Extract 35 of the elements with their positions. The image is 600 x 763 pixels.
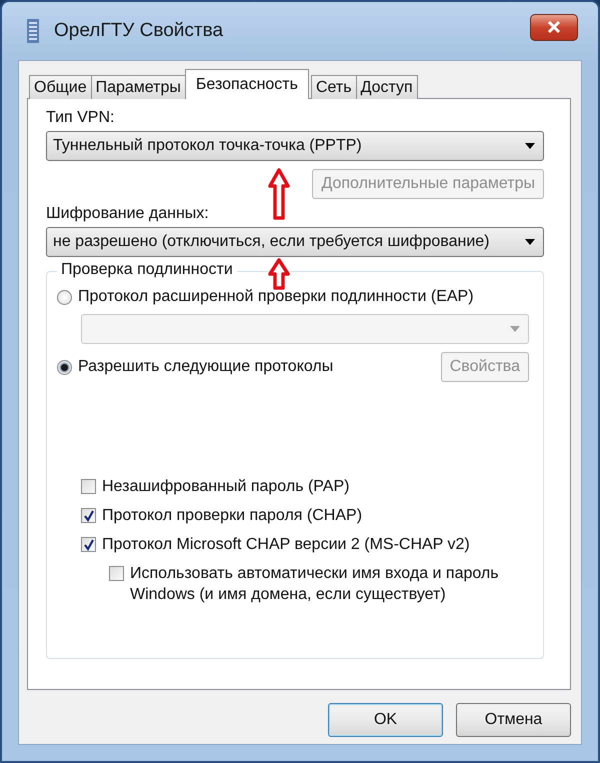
field-label: Тип VPN: — [46, 109, 116, 127]
dropdown-arrow-icon — [525, 239, 535, 245]
vpn-type-dropdown[interactable]: Туннельный протокол точка-точка (PPTP) — [46, 131, 544, 161]
dropdown-arrow-icon — [525, 143, 535, 149]
checkmark-icon — [82, 538, 94, 550]
radio-label: Разрешить следующие протоколы — [78, 358, 334, 376]
checkbox[interactable] — [109, 566, 124, 581]
network-icon — [26, 18, 40, 44]
radio-label: Протокол расширенной проверки подлинности (EAP) — [78, 288, 474, 306]
checkbox-label: Использовать автоматически имя входа и пароль Windows (и имя домена, если существует) — [130, 564, 500, 605]
field-label: Шифрование данных: — [46, 205, 210, 223]
dialog-button[interactable]: Отмена — [456, 703, 571, 737]
tab[interactable]: Безопасность — [184, 69, 309, 99]
group-title: Проверка подлинности — [57, 261, 237, 279]
tab[interactable]: Общие — [29, 75, 92, 99]
tab[interactable]: Параметры — [90, 75, 186, 99]
annotation-arrow — [268, 258, 290, 290]
checkbox[interactable] — [81, 537, 96, 552]
radio-button[interactable] — [57, 360, 72, 374]
checkbox-label: Протокол проверки пароля (CHAP) — [102, 507, 362, 525]
tab[interactable]: Доступ — [356, 75, 418, 99]
checkbox[interactable] — [81, 479, 96, 494]
checkbox-label: Незашифрованный пароль (PAP) — [102, 478, 350, 496]
annotation-arrow — [268, 168, 290, 220]
checkmark-icon — [82, 510, 94, 522]
radio-button[interactable] — [57, 290, 72, 304]
close-icon — [546, 20, 562, 34]
encryption-dropdown[interactable]: не разрешено (отключиться, если требуется шифрование) — [46, 227, 544, 257]
checkbox[interactable] — [81, 508, 96, 523]
dropdown-arrow-icon — [510, 326, 520, 332]
dialog-button[interactable]: OK — [328, 703, 443, 737]
window-title: ОрелГТУ Свойства — [54, 20, 224, 42]
checkbox-label: Протокол Microsoft CHAP версии 2 (MS-CHAP v2) — [102, 536, 470, 554]
tab[interactable]: Сеть — [310, 75, 357, 99]
close-button[interactable] — [530, 14, 578, 40]
